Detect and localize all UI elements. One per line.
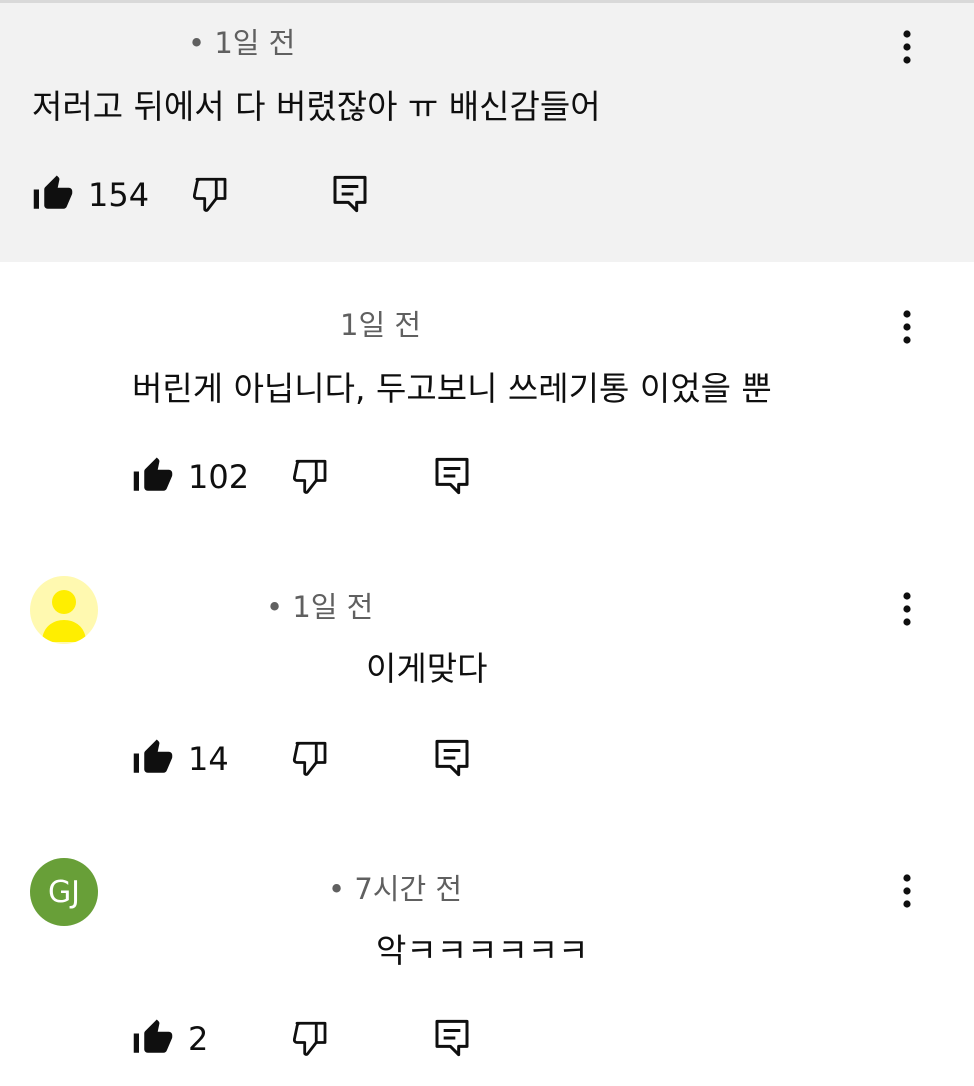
comment-timestamp: 1일 전 [340,308,422,342]
like-count: 154 [88,176,150,214]
reply-icon [435,739,469,777]
thumbs-up-icon [133,1019,173,1053]
comment-text: 이게맞다 [366,649,488,688]
comment-text: 악ㅋㅋㅋㅋㅋㅋ [376,931,589,970]
comment-text: 저러고 뒤에서 다 버렸잖아 ㅠ 배신감들어 [32,87,601,126]
comment-item: 1일 전 버린게 아닙니다, 두고보니 쓰레기통 이었을 뿐 102 [0,262,974,544]
comment-actions: 102 [132,454,492,504]
more-options-button[interactable] [897,28,917,68]
avatar[interactable] [30,576,98,644]
thumbs-up-icon [133,739,173,773]
comment-item: GJ • 7시간 전 악ㅋㅋㅋㅋㅋㅋ 2 [0,826,974,1086]
reply-icon [333,175,367,213]
reply-icon [435,1019,469,1057]
comment-timestamp: • 1일 전 [188,26,296,60]
like-button[interactable] [132,736,174,782]
more-vert-icon [903,310,911,344]
comment-actions: 2 [132,1016,492,1066]
thumbs-down-icon [292,459,327,494]
dislike-button[interactable] [290,1018,332,1064]
comment-actions: 14 [132,736,492,786]
comment-actions: 154 [32,172,392,222]
dislike-button[interactable] [190,174,232,220]
comment-timestamp: • 7시간 전 [328,872,463,906]
thumbs-up-icon [33,175,73,209]
reply-button[interactable] [432,1016,472,1064]
person-icon [42,590,86,642]
more-options-button[interactable] [897,590,917,630]
divider [0,0,974,3]
comment-timestamp: • 1일 전 [266,590,374,624]
comment-text: 버린게 아닙니다, 두고보니 쓰레기통 이었을 뿐 [132,369,772,408]
like-button[interactable] [132,454,174,500]
reply-icon [435,457,469,495]
more-vert-icon [903,30,911,64]
like-count: 2 [188,1020,209,1058]
like-button[interactable] [132,1016,174,1062]
dislike-button[interactable] [290,456,332,502]
thumbs-down-icon [192,177,227,212]
more-vert-icon [903,592,911,626]
thumbs-down-icon [292,1021,327,1056]
like-count: 102 [188,458,250,496]
avatar-initials: GJ [47,874,81,910]
comment-item: • 1일 전 저러고 뒤에서 다 버렸잖아 ㅠ 배신감들어 154 [0,0,974,262]
thumbs-up-icon [133,457,173,491]
dislike-button[interactable] [290,738,332,784]
like-button[interactable] [32,172,74,218]
more-options-button[interactable] [897,872,917,912]
reply-button[interactable] [330,172,370,220]
more-vert-icon [903,874,911,908]
reply-button[interactable] [432,736,472,784]
more-options-button[interactable] [897,308,917,348]
reply-button[interactable] [432,454,472,502]
like-count: 14 [188,740,229,778]
comment-item: • 1일 전 이게맞다 14 [0,544,974,826]
avatar[interactable]: GJ [30,858,98,926]
thumbs-down-icon [292,741,327,776]
